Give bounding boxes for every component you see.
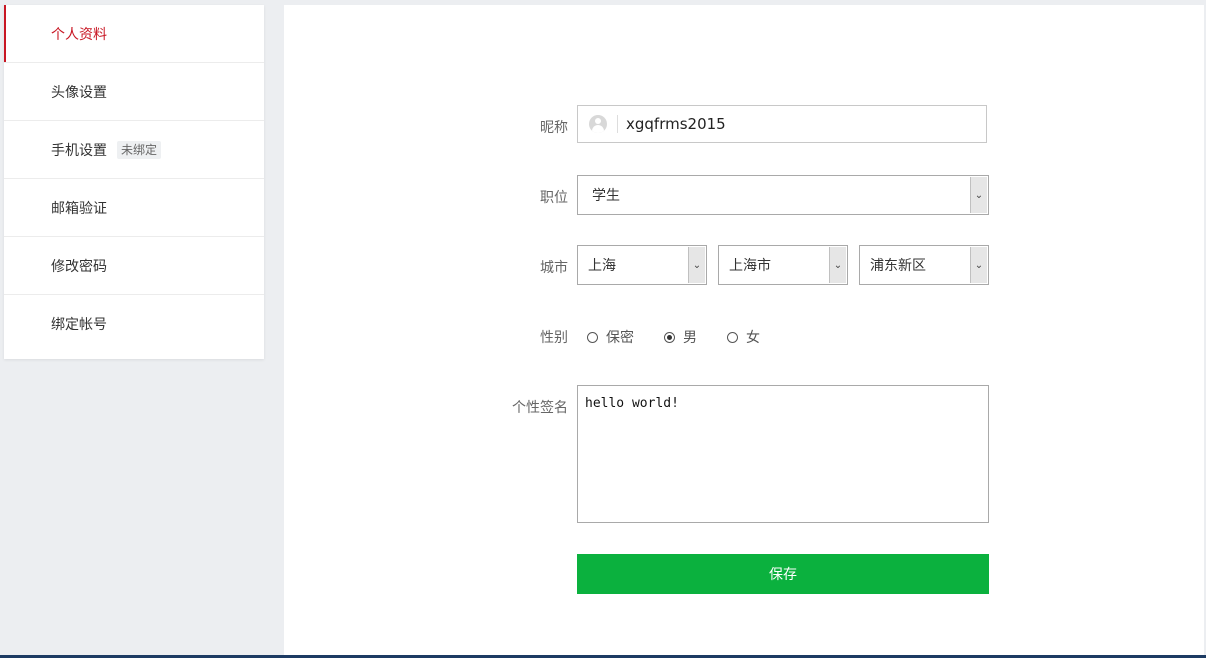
- sidebar-item-label: 手机设置: [51, 142, 107, 159]
- user-avatar-icon: [589, 115, 607, 133]
- job-select-value: 学生: [592, 188, 620, 204]
- sidebar-item-label: 个人资料: [51, 26, 107, 43]
- nickname-field[interactable]: [577, 105, 987, 143]
- signature-textarea[interactable]: hello world!: [577, 385, 989, 523]
- chevron-down-icon[interactable]: ⌄: [829, 247, 846, 283]
- sidebar-item-label: 邮箱验证: [51, 200, 107, 217]
- city-label: 城市: [540, 260, 568, 276]
- gender-option-label: 男: [683, 330, 697, 346]
- city-select[interactable]: 上海市 ⌄: [718, 245, 848, 285]
- chevron-down-icon[interactable]: ⌄: [970, 247, 987, 283]
- district-select[interactable]: 浦东新区 ⌄: [859, 245, 989, 285]
- sidebar-item-avatar[interactable]: 头像设置: [4, 63, 264, 121]
- sidebar-item-label: 头像设置: [51, 84, 107, 101]
- signature-label: 个性签名: [512, 400, 568, 416]
- sidebar-item-phone[interactable]: 手机设置 未绑定: [4, 121, 264, 179]
- province-select-value: 上海: [588, 258, 616, 274]
- sidebar-item-bind-account[interactable]: 绑定帐号: [4, 295, 264, 353]
- gender-option-label: 女: [746, 330, 760, 346]
- job-label: 职位: [540, 190, 568, 206]
- save-button[interactable]: 保存: [577, 554, 989, 594]
- profile-form-panel: 昵称 职位 学生 ⌄ 城市 上海 ⌄ 上海市 ⌄ 浦东新区 ⌄ 性别 保密 男: [284, 5, 1204, 658]
- gender-radio-group: 保密 男 女: [587, 327, 790, 347]
- nickname-label: 昵称: [540, 120, 568, 136]
- settings-sidebar: 个人资料 头像设置 手机设置 未绑定 邮箱验证 修改密码 绑定帐号: [4, 5, 264, 359]
- gender-option-label: 保密: [606, 330, 634, 346]
- job-select[interactable]: 学生 ⌄: [577, 175, 989, 215]
- province-select[interactable]: 上海 ⌄: [577, 245, 707, 285]
- gender-label: 性别: [540, 330, 568, 346]
- gender-option-secret[interactable]: 保密: [587, 327, 634, 347]
- district-select-value: 浦东新区: [870, 258, 926, 274]
- gender-option-female[interactable]: 女: [727, 327, 760, 347]
- gender-option-male[interactable]: 男: [664, 327, 697, 347]
- radio-unchecked-icon[interactable]: [727, 331, 738, 343]
- sidebar-item-password[interactable]: 修改密码: [4, 237, 264, 295]
- chevron-down-icon[interactable]: ⌄: [688, 247, 705, 283]
- radio-checked-icon[interactable]: [664, 331, 675, 343]
- sidebar-item-label: 修改密码: [51, 258, 107, 275]
- sidebar-item-profile[interactable]: 个人资料: [4, 5, 264, 63]
- unbound-badge: 未绑定: [117, 140, 162, 159]
- city-select-value: 上海市: [729, 258, 771, 274]
- sidebar-item-email[interactable]: 邮箱验证: [4, 179, 264, 237]
- sidebar-item-label: 绑定帐号: [51, 317, 107, 333]
- nickname-divider: [617, 115, 618, 133]
- chevron-down-icon[interactable]: ⌄: [970, 177, 987, 213]
- radio-unchecked-icon[interactable]: [587, 331, 598, 343]
- nickname-input[interactable]: [626, 115, 986, 133]
